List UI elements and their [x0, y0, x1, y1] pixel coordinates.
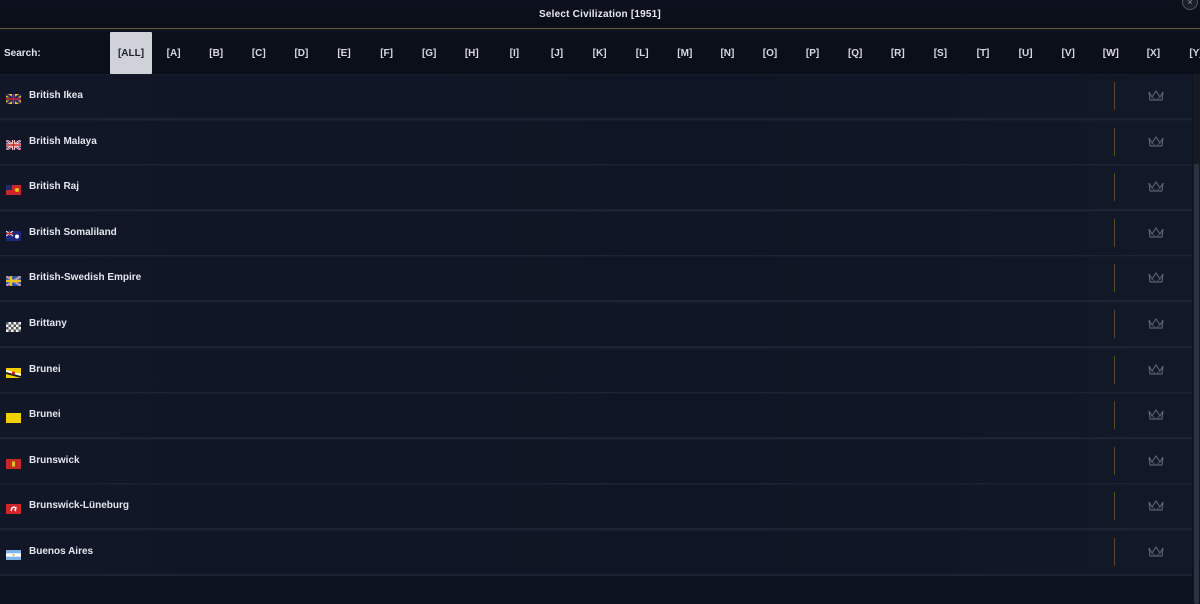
row-divider — [1114, 82, 1115, 110]
letter-filter-n[interactable]: [N] — [706, 32, 748, 74]
search-label: Search: — [4, 48, 41, 59]
letter-filter-a[interactable]: [A] — [153, 32, 195, 74]
checkered-flag-icon — [6, 319, 21, 332]
yellow-flag-icon — [6, 410, 21, 424]
row-divider — [1114, 538, 1115, 566]
row-divider — [1114, 173, 1115, 202]
civilization-name: British Raj — [29, 181, 80, 193]
letter-filter-y[interactable]: [Y] — [1175, 32, 1200, 74]
civilization-name: Brunei — [29, 409, 61, 421]
civilization-name: Brunei — [29, 363, 61, 375]
letter-filter-bar: Search: [ALL] [A] [B] [C] [D] [E] [F] [G] [H] [I]… — [0, 32, 1200, 74]
light-blue-white-flag-icon — [6, 547, 21, 560]
row-divider — [1114, 446, 1115, 475]
civilization-list: British Ikea British Malaya British Raj Bri… — [0, 74, 1200, 576]
letter-filter-l[interactable]: [L] — [621, 32, 663, 74]
title-bar: Select Civilization [1951] × — [0, 0, 1200, 29]
civilization-row[interactable]: Brunswick — [0, 438, 1192, 485]
letter-filter-d[interactable]: [D] — [280, 32, 322, 74]
letter-filter-s[interactable]: [S] — [919, 32, 961, 74]
letter-filter-m[interactable]: [M] — [664, 32, 706, 74]
civilization-name: Buenos Aires — [29, 546, 94, 557]
letter-filter-all[interactable]: [ALL] — [110, 32, 152, 74]
scrollbar-thumb[interactable] — [1194, 164, 1199, 604]
letter-filter-x[interactable]: [X] — [1132, 32, 1174, 74]
civilization-row[interactable]: Brunei — [0, 393, 1192, 440]
letter-filter-b[interactable]: [B] — [195, 32, 237, 74]
crown-icon[interactable] — [1148, 89, 1164, 101]
civilization-row[interactable]: British Somaliland — [0, 210, 1192, 257]
union-swedish-flag-icon — [5, 273, 22, 288]
civilization-row[interactable]: British Malaya — [0, 119, 1192, 166]
letter-filter-t[interactable]: [T] — [962, 32, 1004, 74]
crown-icon[interactable] — [1148, 408, 1164, 420]
close-icon[interactable]: × — [1182, 0, 1198, 10]
crown-icon[interactable] — [1148, 135, 1164, 147]
scrollbar[interactable] — [1193, 74, 1200, 604]
row-divider — [1114, 127, 1115, 156]
civilization-name: Brittany — [29, 318, 67, 329]
civilization-row[interactable]: British-Swedish Empire — [0, 256, 1192, 303]
blue-ensign-flag-icon — [5, 228, 21, 241]
civilization-name: British Malaya — [29, 135, 97, 147]
letter-filter-f[interactable]: [F] — [366, 32, 408, 74]
crown-icon[interactable] — [1148, 180, 1164, 192]
crown-icon[interactable] — [1148, 226, 1164, 238]
row-divider — [1114, 492, 1115, 521]
crown-icon[interactable] — [1148, 317, 1164, 329]
letter-filter-g[interactable]: [G] — [408, 32, 450, 74]
crown-icon[interactable] — [1148, 499, 1164, 511]
letter-filter-i[interactable]: [I] — [493, 32, 535, 74]
civilization-row[interactable]: British Raj — [0, 165, 1192, 212]
row-divider — [1114, 218, 1115, 247]
civilization-row[interactable]: Buenos Aires — [0, 530, 1192, 576]
letter-filter-o[interactable]: [O] — [749, 32, 791, 74]
red-horse-flag-icon — [6, 501, 21, 515]
letter-filter-c[interactable]: [C] — [238, 32, 280, 74]
civilization-row[interactable]: Brittany — [0, 302, 1192, 348]
letter-filter-w[interactable]: [W] — [1090, 32, 1132, 74]
brunei-striped-flag-icon — [6, 365, 21, 378]
civilization-row[interactable]: Brunswick-Lüneburg — [0, 484, 1192, 531]
civilization-name: British Somaliland — [29, 226, 117, 238]
letter-filter-k[interactable]: [K] — [579, 32, 621, 74]
union-jack-flag-icon — [5, 137, 22, 151]
row-divider — [1114, 355, 1115, 384]
union-jack-yellow-flag-icon — [5, 91, 22, 105]
row-divider — [1114, 401, 1115, 430]
letter-filter-j[interactable]: [J] — [536, 32, 578, 74]
red-ensign-flag-icon — [6, 182, 21, 196]
civilization-row[interactable]: British Ikea — [0, 74, 1192, 120]
letter-filter-q[interactable]: [Q] — [834, 32, 876, 74]
row-divider — [1114, 264, 1115, 293]
window-title: Select Civilization [1951] — [539, 8, 661, 20]
civilization-name: British Ikea — [29, 90, 83, 101]
civilization-name: Brunswick — [29, 454, 80, 466]
crown-icon[interactable] — [1148, 454, 1164, 466]
letter-filter-p[interactable]: [P] — [792, 32, 834, 74]
crown-icon[interactable] — [1148, 271, 1164, 283]
civilization-name: British-Swedish Empire — [29, 272, 142, 284]
crown-icon[interactable] — [1148, 545, 1164, 557]
civilization-name: Brunswick-Lüneburg — [29, 500, 130, 512]
row-divider — [1114, 310, 1115, 338]
letter-filter-r[interactable]: [R] — [877, 32, 919, 74]
civilization-row[interactable]: Brunei — [0, 347, 1192, 394]
letter-filter-h[interactable]: [H] — [451, 32, 493, 74]
letter-filter-u[interactable]: [U] — [1005, 32, 1047, 74]
red-crest-flag-icon — [6, 456, 21, 469]
letter-filter-e[interactable]: [E] — [323, 32, 365, 74]
crown-icon[interactable] — [1148, 363, 1164, 375]
letter-filter-v[interactable]: [V] — [1047, 32, 1089, 74]
